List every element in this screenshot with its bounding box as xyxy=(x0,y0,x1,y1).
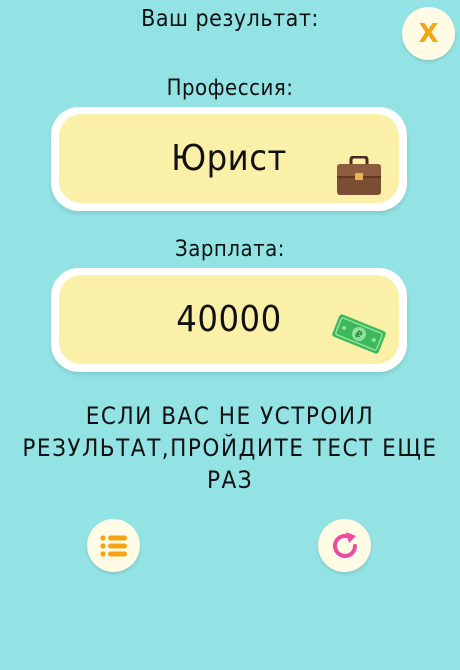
list-icon xyxy=(99,534,127,557)
refresh-icon xyxy=(332,531,357,558)
close-button[interactable]: X xyxy=(402,7,455,60)
list-button[interactable] xyxy=(87,519,140,572)
close-icon: X xyxy=(418,18,439,49)
profession-card: Юрист xyxy=(51,107,407,211)
profession-value: Юрист xyxy=(171,138,287,179)
profession-label: Профессия: xyxy=(166,76,294,101)
salary-label: Зарплата: xyxy=(175,237,285,262)
result-title: Ваш результат: xyxy=(141,6,319,32)
retry-button[interactable] xyxy=(318,519,371,572)
retry-message: Если вас не устроил результат,пройдите т… xyxy=(22,402,438,494)
salary-value: 40000 xyxy=(176,299,282,340)
money-bill-icon: ₽ xyxy=(332,314,386,354)
salary-card: 40000 ₽ xyxy=(51,268,407,372)
briefcase-icon xyxy=(337,156,381,195)
